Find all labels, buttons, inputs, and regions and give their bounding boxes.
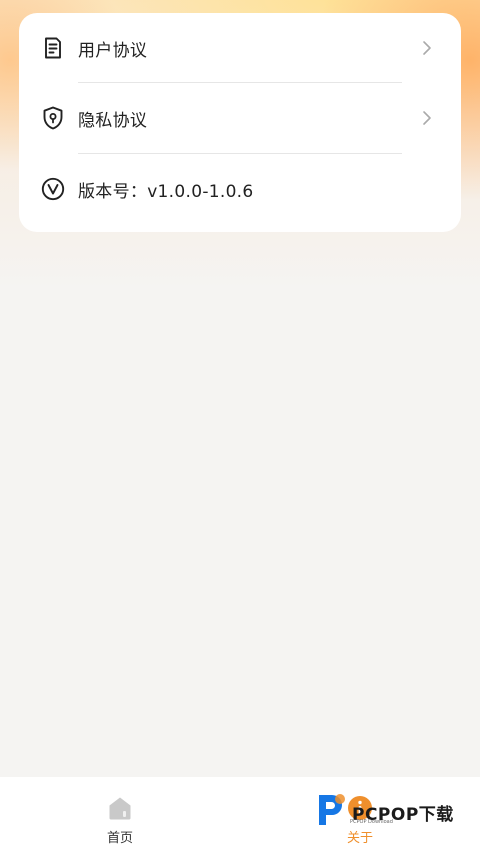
version-row: 版本号：v1.0.0-1.0.6 xyxy=(19,154,461,224)
privacy-policy-label: 隐私协议 xyxy=(78,110,148,131)
watermark-subtext: PCPOP Download xyxy=(350,819,393,825)
tab-home[interactable]: 首页 xyxy=(60,777,180,853)
privacy-policy-row[interactable]: 隐私协议 xyxy=(19,83,461,153)
chevron-right-icon xyxy=(421,110,433,126)
document-icon xyxy=(41,36,65,60)
about-screen: 用户协议 隐私协议 版本号：v1.0.0-1.0.6 首页 关于 PCPOP下载… xyxy=(0,0,480,853)
tab-home-label: 首页 xyxy=(106,831,133,846)
pcpop-logo-icon xyxy=(314,791,348,833)
shield-icon xyxy=(41,106,65,130)
chevron-right-icon xyxy=(421,40,433,56)
settings-card: 用户协议 隐私协议 版本号：v1.0.0-1.0.6 xyxy=(19,13,461,232)
version-label: 版本号：v1.0.0-1.0.6 xyxy=(78,181,254,202)
user-agreement-label: 用户协议 xyxy=(78,40,148,61)
home-icon xyxy=(107,795,133,821)
version-icon xyxy=(41,177,65,201)
user-agreement-row[interactable]: 用户协议 xyxy=(19,13,461,83)
pcpop-watermark: PCPOP下载 PCPOP Download xyxy=(314,792,474,832)
